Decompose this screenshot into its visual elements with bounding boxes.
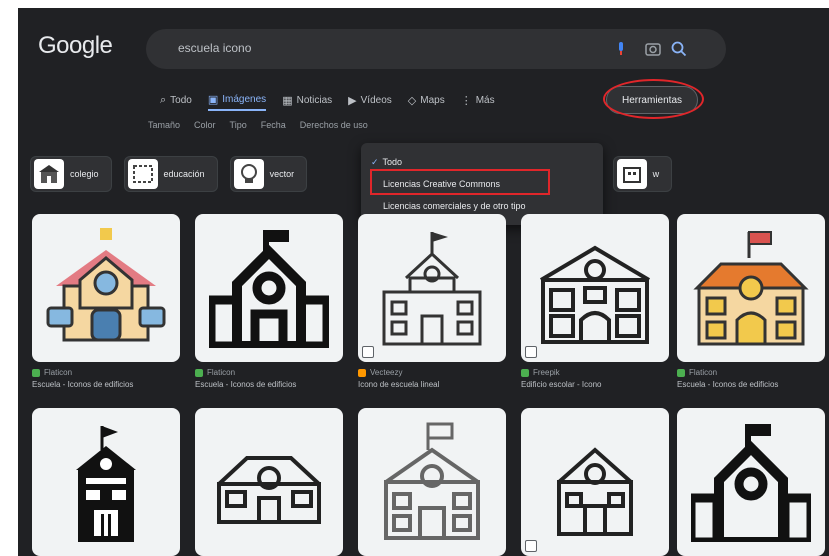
school-icon bbox=[209, 230, 329, 348]
search-input[interactable]: escuela icono bbox=[178, 41, 251, 55]
result-card[interactable] bbox=[32, 408, 180, 556]
tab-news[interactable]: ▦ Noticias bbox=[282, 89, 332, 111]
result-source: Vecteezy bbox=[370, 368, 403, 377]
result-card[interactable]: Flaticon Escuela - Iconos de edificios bbox=[677, 214, 825, 389]
result-title[interactable]: Edificio escolar - Icono bbox=[521, 380, 669, 389]
search-icon: ⌕ bbox=[160, 93, 167, 106]
filter-date[interactable]: Fecha bbox=[261, 120, 286, 130]
usage-rights-dropdown: ✓ Todo Licencias Creative Commons Licenci… bbox=[361, 143, 603, 225]
google-logo[interactable]: Google bbox=[38, 32, 113, 60]
badge-icon bbox=[525, 346, 537, 358]
chip-thumbnail bbox=[616, 159, 647, 189]
tools-button[interactable]: Herramientas bbox=[606, 86, 698, 114]
chip-vector[interactable]: vector bbox=[229, 156, 308, 192]
school-icon bbox=[217, 456, 321, 524]
badge-icon bbox=[525, 540, 537, 552]
search-bar[interactable]: escuela icono bbox=[146, 29, 726, 69]
map-icon: ◇ bbox=[407, 94, 417, 107]
chip-thumbnail bbox=[34, 159, 64, 189]
tab-all[interactable]: ⌕ Todo bbox=[160, 89, 192, 111]
search-tabs: ⌕ Todo ▣ Imágenes ▦ Noticias ▶ Vídeos ◇ Maps … bbox=[160, 89, 495, 111]
result-thumbnail[interactable] bbox=[32, 408, 180, 556]
favicon bbox=[358, 368, 366, 377]
mic-icon[interactable] bbox=[611, 39, 631, 59]
result-source: Flaticon bbox=[44, 368, 73, 377]
result-card[interactable] bbox=[521, 408, 669, 556]
school-icon bbox=[384, 422, 480, 540]
chip-colegio[interactable]: colegio bbox=[30, 156, 112, 192]
result-thumbnail[interactable] bbox=[521, 214, 669, 362]
school-icon bbox=[76, 426, 136, 542]
result-title[interactable]: Escuela - Iconos de edificios bbox=[677, 380, 825, 389]
camera-icon[interactable] bbox=[643, 39, 663, 59]
school-icon bbox=[382, 232, 482, 346]
result-thumbnail[interactable] bbox=[677, 214, 825, 362]
result-title[interactable]: Escuela - Iconos de edificios bbox=[32, 380, 180, 389]
result-source: Flaticon bbox=[207, 368, 236, 377]
filter-bar: Tamaño Color Tipo Fecha Derechos de uso bbox=[148, 120, 368, 130]
filter-type[interactable]: Tipo bbox=[230, 120, 247, 130]
school-icon bbox=[539, 245, 651, 344]
favicon bbox=[195, 368, 203, 377]
tab-maps[interactable]: ◇ Maps bbox=[408, 89, 445, 111]
google-images-page: Google escuela icono ⌕ Todo ▣ Imágenes ▦ No… bbox=[18, 8, 829, 556]
result-card[interactable] bbox=[195, 408, 343, 556]
favicon bbox=[521, 368, 529, 377]
video-icon: ▶ bbox=[348, 94, 357, 107]
result-card[interactable]: Flaticon Escuela - Iconos de edificios bbox=[195, 214, 343, 389]
result-source: Freepik bbox=[533, 368, 560, 377]
news-icon: ▦ bbox=[282, 94, 293, 107]
result-card[interactable] bbox=[677, 408, 825, 556]
result-thumbnail[interactable] bbox=[32, 214, 180, 362]
result-thumbnail[interactable] bbox=[358, 214, 506, 362]
result-thumbnail[interactable] bbox=[677, 408, 825, 556]
favicon bbox=[677, 368, 685, 377]
result-card[interactable] bbox=[358, 408, 506, 556]
more-icon: ⋮ bbox=[460, 94, 472, 107]
chip-w[interactable]: w bbox=[612, 156, 673, 192]
chip-thumbnail bbox=[127, 159, 158, 189]
tab-videos[interactable]: ▶ Vídeos bbox=[348, 89, 392, 111]
tab-more[interactable]: ⋮ Más bbox=[461, 89, 495, 111]
badge-icon bbox=[362, 346, 374, 358]
result-card[interactable]: Flaticon Escuela - Iconos de edificios bbox=[32, 214, 180, 389]
result-card[interactable]: Vecteezy Icono de escuela lineal bbox=[358, 214, 506, 389]
chip-thumbnail bbox=[233, 159, 264, 189]
tab-images[interactable]: ▣ Imágenes bbox=[207, 89, 267, 111]
result-title[interactable]: Icono de escuela lineal bbox=[358, 380, 506, 389]
result-title[interactable]: Escuela - Iconos de edificios bbox=[195, 380, 343, 389]
school-icon bbox=[46, 228, 166, 342]
search-icon[interactable] bbox=[669, 39, 689, 59]
result-thumbnail[interactable] bbox=[195, 408, 343, 556]
school-icon bbox=[691, 424, 811, 542]
dropdown-item-all[interactable]: ✓ Todo bbox=[371, 151, 593, 173]
result-source: Flaticon bbox=[689, 368, 718, 377]
chip-educacion[interactable]: educación bbox=[123, 156, 218, 192]
image-icon: ▣ bbox=[207, 93, 219, 106]
school-icon bbox=[693, 231, 809, 346]
school-icon bbox=[557, 447, 633, 536]
favicon bbox=[32, 368, 40, 377]
filter-size[interactable]: Tamaño bbox=[148, 120, 180, 130]
result-card[interactable]: Freepik Edificio escolar - Icono bbox=[521, 214, 669, 389]
dropdown-item-creative-commons[interactable]: Licencias Creative Commons bbox=[371, 173, 593, 195]
filter-color[interactable]: Color bbox=[194, 120, 216, 130]
result-thumbnail[interactable] bbox=[521, 408, 669, 556]
result-thumbnail[interactable] bbox=[358, 408, 506, 556]
check-icon: ✓ bbox=[371, 157, 379, 167]
filter-usage-rights[interactable]: Derechos de uso bbox=[300, 120, 368, 130]
result-thumbnail[interactable] bbox=[195, 214, 343, 362]
